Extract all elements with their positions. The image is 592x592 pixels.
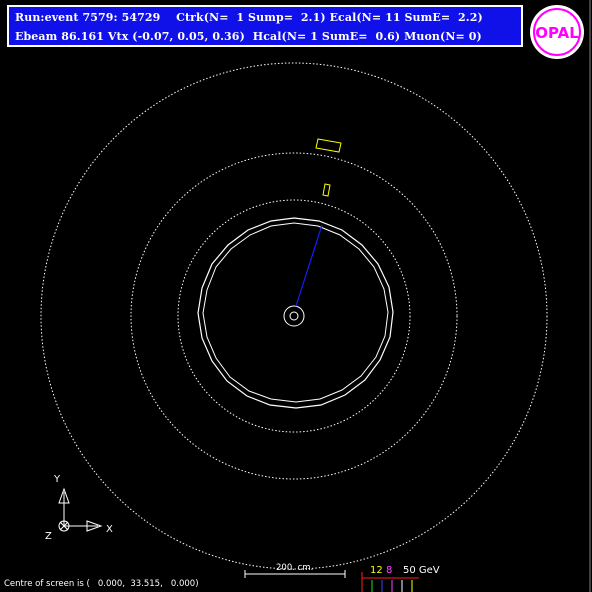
- event-info-line-1: Run:event 7579: 54729 Ctrk(N= 1 Sump= 2.…: [15, 11, 483, 24]
- detector-view: [40, 0, 591, 592]
- opal-logo: OPAL: [530, 5, 584, 59]
- event-info-panel: Run:event 7579: 54729 Ctrk(N= 1 Sump= 2.…: [7, 5, 523, 47]
- event-display-canvas[interactable]: Run:event 7579: 54729 Ctrk(N= 1 Sump= 2.…: [0, 0, 592, 592]
- hist-label-8: 8: [386, 565, 393, 576]
- vertex-inner-circle: [289, 311, 299, 321]
- inner-ring: [177, 199, 411, 433]
- hist-label-12: 12: [370, 565, 383, 576]
- logo-text: OPAL: [535, 24, 579, 42]
- jet-chamber-outer: [197, 217, 394, 409]
- axis-z-label: Z: [45, 531, 52, 542]
- middle-ring: [130, 152, 458, 480]
- centre-of-screen-text: Centre of screen is ( 0.000, 33.515, 0.0…: [4, 579, 199, 589]
- outer-ring: [40, 62, 548, 570]
- charged-track[interactable]: [295, 224, 323, 307]
- axis-y-label: Y: [54, 474, 61, 485]
- ecal-hit-outer[interactable]: [315, 138, 342, 153]
- vertex-outer-circle: [283, 305, 305, 327]
- hist-label-50gev: 50 GeV: [403, 565, 440, 576]
- axis-indicator: [58, 487, 103, 532]
- scale-label: 200. cm.: [276, 563, 314, 573]
- axis-x-label: X: [106, 524, 113, 535]
- event-info-line-2: Ebeam 86.161 Vtx (-0.07, 0.05, 0.36) Hca…: [15, 30, 482, 43]
- ecal-hit-inner[interactable]: [322, 183, 331, 197]
